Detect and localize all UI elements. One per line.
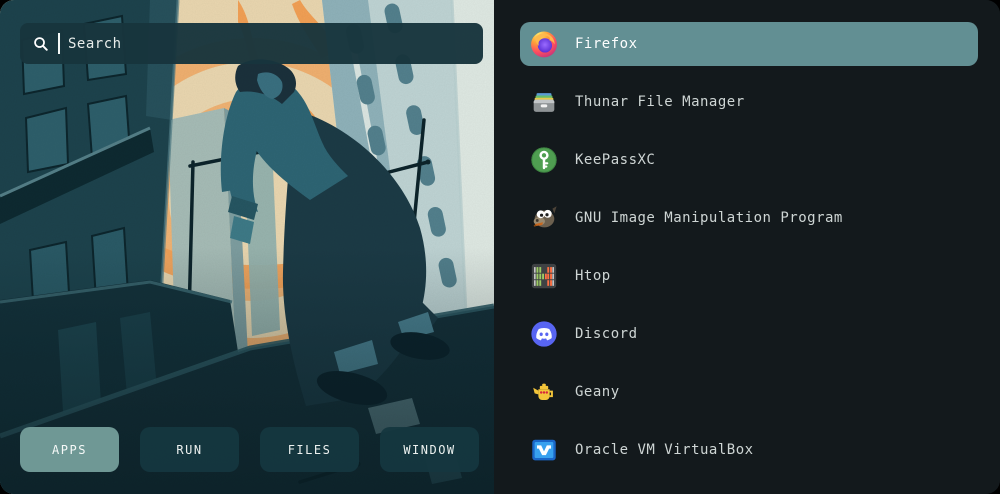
app-row-gimp[interactable]: GNU Image Manipulation Program — [520, 196, 978, 240]
tab-files[interactable]: FILES — [260, 427, 359, 472]
tab-bar: APPS RUN FILES WINDOW — [20, 427, 479, 472]
app-label: Geany — [575, 384, 620, 400]
thunar-icon — [529, 87, 559, 117]
app-label: KeePassXC — [575, 152, 655, 168]
app-label: GNU Image Manipulation Program — [575, 210, 843, 226]
gimp-icon — [529, 203, 559, 233]
app-row-keepassxc[interactable]: KeePassXC — [520, 138, 978, 182]
tab-window[interactable]: WINDOW — [380, 427, 479, 472]
firefox-icon — [529, 29, 559, 59]
geany-icon — [529, 377, 559, 407]
app-row-discord[interactable]: Discord — [520, 312, 978, 356]
search-placeholder: Search — [68, 36, 122, 52]
virtualbox-icon — [529, 435, 559, 465]
app-label: Firefox — [575, 36, 638, 52]
text-cursor — [58, 33, 60, 54]
app-label: Oracle VM VirtualBox — [575, 442, 754, 458]
tab-apps[interactable]: APPS — [20, 427, 119, 472]
app-row-thunar[interactable]: Thunar File Manager — [520, 80, 978, 124]
app-label: Discord — [575, 326, 638, 342]
wallpaper-panel: Search APPS RUN FILES WINDOW — [0, 0, 494, 494]
app-launcher-window: Search APPS RUN FILES WINDOW — [0, 0, 1000, 494]
tab-run[interactable]: RUN — [140, 427, 239, 472]
app-row-virtualbox[interactable]: Oracle VM VirtualBox — [520, 428, 978, 472]
app-label: Htop — [575, 268, 611, 284]
app-row-firefox[interactable]: Firefox — [520, 22, 978, 66]
wallpaper-illustration — [0, 0, 494, 494]
htop-icon — [529, 261, 559, 291]
app-list: Firefox Thunar File Manager — [494, 0, 1000, 494]
search-icon — [33, 36, 49, 52]
search-input[interactable]: Search — [20, 23, 483, 64]
app-label: Thunar File Manager — [575, 94, 745, 110]
app-row-htop[interactable]: Htop — [520, 254, 978, 298]
keepassxc-icon — [529, 145, 559, 175]
discord-icon — [529, 319, 559, 349]
app-row-geany[interactable]: Geany — [520, 370, 978, 414]
